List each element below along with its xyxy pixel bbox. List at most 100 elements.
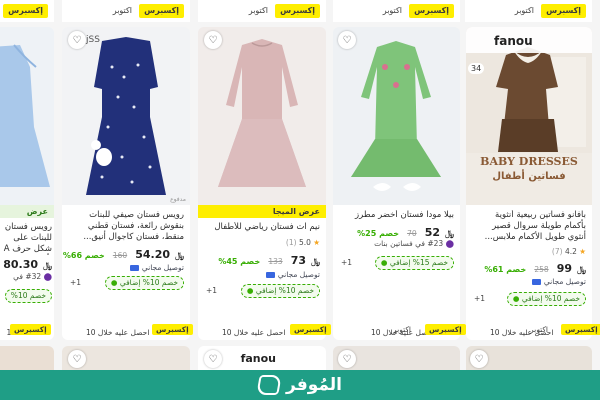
- extra-discount-offer[interactable]: خصم 10% إضافي ●: [240, 284, 320, 298]
- express-badge: إكسبرس: [275, 4, 320, 18]
- product-card[interactable]: fanou 34 BABY DRESSES فساتين أطفال بافان…: [466, 27, 592, 340]
- image-brand: jSS: [86, 35, 100, 45]
- dress-illustration: [62, 27, 190, 205]
- product-title[interactable]: بيلا مودا فستان أخضر مطرز: [339, 210, 454, 221]
- product-title[interactable]: رويس فستان صيفي للبنات بنقوش رائعة، فستا…: [68, 210, 184, 243]
- rating: ★ 4.2 (7): [552, 246, 586, 257]
- rating-value: 4.2: [564, 247, 577, 256]
- product-image[interactable]: jSS مدفوع: [62, 27, 190, 205]
- offer-label: خصم 10%: [10, 291, 46, 300]
- price-row: ﷼ 80.30 298: [0, 256, 52, 272]
- percent-icon: ●: [110, 278, 118, 287]
- heart-icon: ♡: [474, 353, 484, 365]
- express-badge: إكسبرس: [10, 324, 51, 335]
- percent-icon: ●: [246, 286, 254, 295]
- product-card[interactable]: jSS مدفوع ♡ رويس فستان صيفي للبنات بنقوش…: [62, 27, 190, 340]
- bestseller-rank: ⬤ #23 في فساتين بنات: [374, 238, 454, 249]
- rating-count: (7): [551, 247, 563, 256]
- delivery-label: توصيل مجاني: [141, 263, 184, 272]
- product-title[interactable]: بافانو فساتين ربيعية أنثوية بأكمام طويلة…: [472, 210, 586, 243]
- trophy-icon: ⬤: [43, 272, 52, 281]
- more-offers[interactable]: +1: [70, 278, 81, 287]
- brand-logo: fanou: [240, 352, 276, 365]
- product-card[interactable]: ♡ عرض الميجا نيم ات فستان رياضي للأطفال …: [198, 27, 326, 340]
- price-row: ﷼ 73 133 خصم 45%: [218, 252, 320, 268]
- truck-icon: [130, 265, 140, 271]
- more-offers[interactable]: +1: [341, 258, 352, 267]
- more-offers[interactable]: +1: [474, 294, 485, 303]
- delivery-label: توصيل مجاني: [543, 277, 586, 286]
- more-offers[interactable]: +1: [206, 286, 217, 295]
- product-image[interactable]: fanou 34 BABY DRESSES فساتين أطفال: [466, 27, 592, 205]
- site-footer-banner: المُوفر: [0, 370, 600, 400]
- currency-icon: ﷼: [43, 261, 52, 270]
- free-delivery: توصيل مجاني: [128, 263, 184, 272]
- dress-illustration: [198, 27, 326, 205]
- express-badge: إكسبرس: [425, 324, 466, 335]
- discount: خصم 61%: [484, 265, 527, 274]
- product-title[interactable]: رويس فستان للبنات على شكل حرف A بأكمام ر…: [2, 222, 52, 255]
- logo-text: المُوفر: [286, 375, 342, 395]
- product-image[interactable]: [198, 27, 326, 205]
- extra-discount-offer[interactable]: خصم 15% إضافي ●: [374, 256, 454, 270]
- truck-icon: [266, 272, 276, 278]
- currency-icon: ﷼: [445, 229, 454, 238]
- extra-discount-offer[interactable]: خصم 10% إضافي ●: [104, 276, 184, 290]
- express-badge: إكسبرس: [152, 324, 193, 335]
- currency-icon: ﷼: [175, 251, 184, 260]
- product-image[interactable]: [333, 27, 460, 205]
- currency-icon: ﷼: [577, 265, 586, 274]
- product-image[interactable]: [0, 27, 54, 205]
- price: 73: [290, 254, 307, 267]
- discount: خصم 66%: [62, 251, 105, 260]
- deal-badge: عرض: [0, 205, 54, 218]
- express-badge: إكسبرس: [409, 4, 454, 18]
- wishlist-button[interactable]: ♡: [68, 350, 86, 368]
- price: 99: [556, 262, 573, 275]
- dress-illustration: [0, 27, 54, 205]
- express-badge: إكسبرس: [561, 324, 600, 335]
- trophy-icon: ⬤: [445, 239, 454, 248]
- image-caption: BABY DRESSES: [480, 155, 578, 168]
- wishlist-button[interactable]: ♡: [338, 31, 356, 49]
- express-row: إكسبرس اكتوبر إكسبرس اكتوبر إكسبرس إكسبر…: [0, 322, 600, 336]
- logo-icon: [256, 375, 282, 395]
- prev-card-footer: إكسبرس اكتوبر: [333, 0, 460, 22]
- currency-icon: ﷼: [311, 257, 320, 266]
- delivery-eta: اكتوبر: [382, 6, 402, 15]
- express-badge: إكسبرس: [139, 4, 184, 18]
- heart-icon: ♡: [72, 353, 82, 365]
- price-row: ﷼ 54.20 160 خصم 66%: [63, 246, 184, 262]
- product-card[interactable]: عرض رويس فستان للبنات على شكل حرف A بأكم…: [0, 27, 54, 340]
- wishlist-button[interactable]: ♡: [204, 31, 222, 49]
- offer-label: خصم 10% إضافي: [255, 286, 314, 295]
- old-price: 133: [268, 257, 283, 266]
- old-price: 258: [534, 265, 549, 274]
- site-logo[interactable]: المُوفر: [256, 375, 342, 395]
- delivery-label: توصيل مجاني: [277, 270, 320, 279]
- product-title[interactable]: نيم ات فستان رياضي للأطفال: [204, 222, 320, 233]
- discount: خصم 25%: [357, 229, 399, 238]
- rating-count: (1): [285, 238, 297, 247]
- free-delivery: توصيل مجاني: [530, 277, 586, 286]
- dress-illustration: [333, 27, 460, 205]
- extra-discount-offer[interactable]: خصم 10%: [4, 289, 52, 303]
- product-card[interactable]: ♡ بيلا مودا فستان أخضر مطرز ﷼ 52 70 خصم …: [333, 27, 460, 340]
- mega-deal-badge: عرض الميجا: [198, 205, 326, 218]
- percent-icon: ●: [380, 258, 388, 267]
- wishlist-button[interactable]: ♡: [204, 350, 222, 368]
- bestseller-rank: ⬤ #32 في: [13, 271, 52, 282]
- image-caption-ar: فساتين أطفال: [492, 171, 566, 182]
- delivery-eta: اكتوبر: [248, 6, 268, 15]
- discount: خصم 45%: [218, 257, 261, 266]
- wishlist-button[interactable]: ♡: [68, 31, 86, 49]
- extra-discount-offer[interactable]: خصم 10% إضافي ●: [506, 292, 586, 306]
- express-badge: إكسبرس: [3, 4, 48, 18]
- heart-icon: ♡: [72, 34, 82, 46]
- prev-card-footer: إكسبرس: [0, 0, 54, 22]
- wishlist-button[interactable]: ♡: [470, 350, 488, 368]
- star-icon: ★: [313, 238, 320, 247]
- wishlist-button[interactable]: ♡: [338, 350, 356, 368]
- heart-icon: ♡: [208, 353, 218, 365]
- star-icon: ★: [579, 247, 586, 256]
